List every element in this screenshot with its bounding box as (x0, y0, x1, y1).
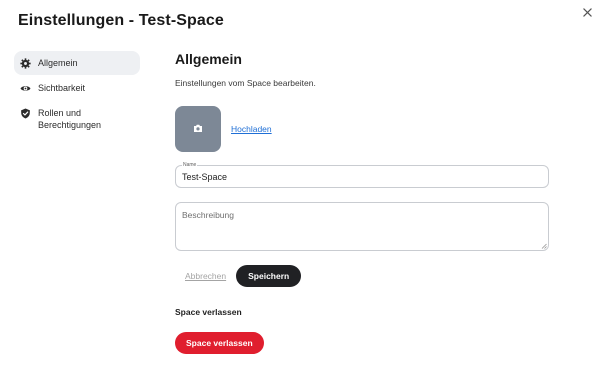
name-field-value: Test-Space (182, 172, 228, 182)
eye-icon (20, 83, 31, 94)
sidebar-item-label: Rollen und Berechtigungen (38, 108, 102, 130)
upload-link[interactable]: Hochladen (231, 124, 272, 134)
page-title: Allgemein (175, 51, 242, 67)
sidebar-item-allgemein[interactable]: Allgemein (14, 51, 140, 75)
description-placeholder: Beschreibung (182, 210, 234, 220)
gear-icon (20, 58, 31, 69)
settings-sidebar: Allgemein Sichtbarkeit Rollen und Berech… (14, 51, 140, 138)
camera-icon (193, 120, 203, 138)
dialog-title: Einstellungen - Test-Space (18, 12, 224, 29)
close-icon (582, 4, 592, 22)
form-actions: Abbrechen Speichern (175, 265, 302, 287)
leave-space-heading: Space verlassen (175, 307, 242, 317)
description-field[interactable]: Beschreibung (175, 202, 549, 251)
save-button[interactable]: Speichern (236, 265, 302, 287)
avatar-upload-row: Hochladen (175, 106, 272, 152)
sidebar-item-label: Sichtbarkeit (38, 83, 86, 93)
resize-handle-icon[interactable] (541, 243, 547, 249)
leave-space-button[interactable]: Space verlassen (175, 332, 264, 354)
name-field[interactable]: Name Test-Space (175, 162, 549, 188)
name-field-label: Name (182, 162, 198, 168)
sidebar-item-sichtbarkeit[interactable]: Sichtbarkeit (14, 76, 140, 100)
sidebar-item-rollen[interactable]: Rollen und Berechtigungen (14, 101, 140, 137)
page-description: Einstellungen vom Space bearbeiten. (175, 78, 316, 88)
cancel-button[interactable]: Abbrechen (175, 271, 236, 281)
shield-check-icon (20, 108, 31, 119)
settings-main: Allgemein Einstellungen vom Space bearbe… (175, 51, 549, 354)
sidebar-item-label: Allgemein (38, 58, 78, 68)
avatar[interactable] (175, 106, 221, 152)
close-button[interactable] (576, 2, 598, 24)
